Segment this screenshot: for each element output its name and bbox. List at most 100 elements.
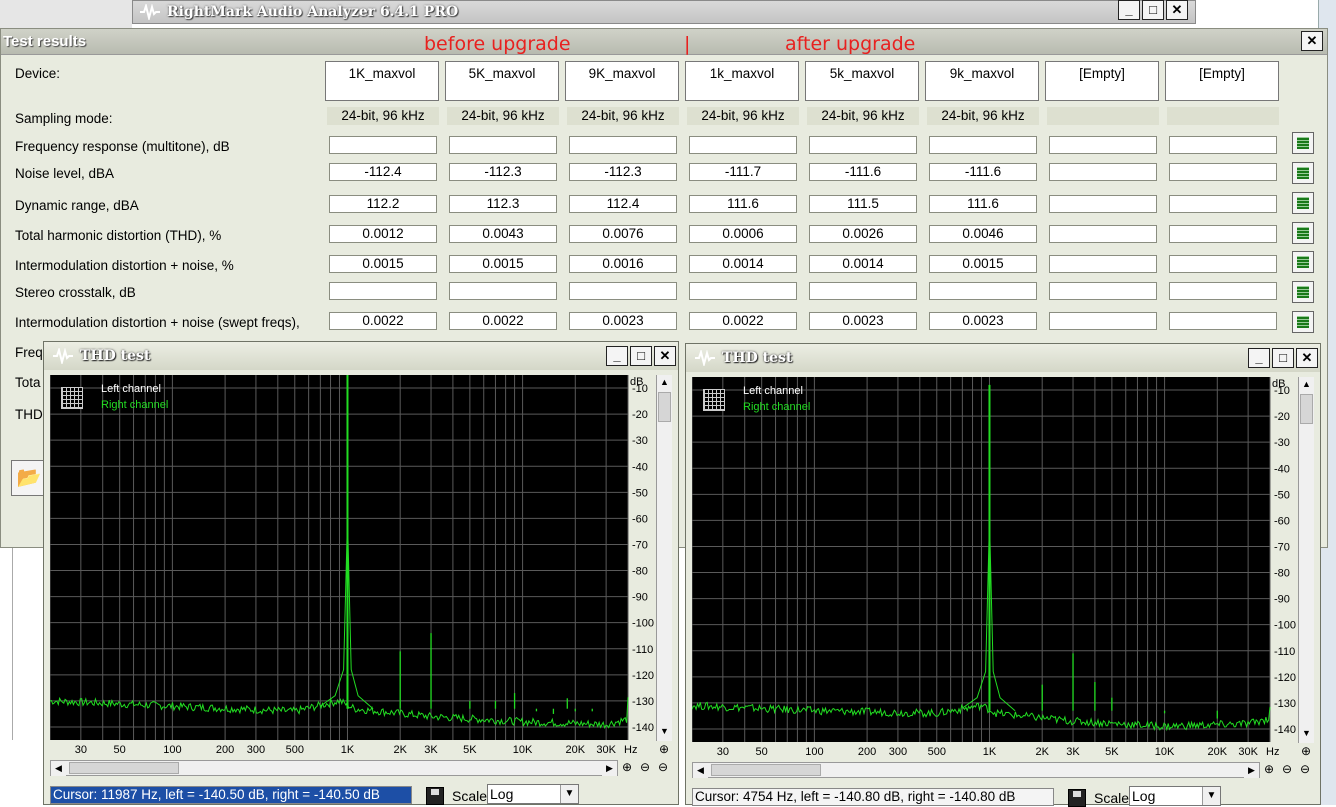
x-tick-label: 2K bbox=[393, 744, 407, 756]
zoom-in-icon[interactable]: ⊕ bbox=[619, 760, 635, 776]
desktop-background bbox=[0, 0, 132, 30]
x-tick-label: 20K bbox=[1208, 746, 1228, 758]
zoom-reset-icon[interactable]: ⊖ bbox=[1297, 762, 1313, 778]
zoom-out-icon[interactable]: ⊖ bbox=[1279, 762, 1295, 778]
result-cell-imd-swept: 0.0023 bbox=[569, 312, 677, 330]
scroll-up-arrow-icon[interactable]: ▲ bbox=[1299, 377, 1314, 392]
thd-window-right: THD test _ □ ✕ -10 -20 -30 -40 -50 -60 -70 -80-… bbox=[685, 343, 1321, 807]
graph-button-thd[interactable] bbox=[1292, 222, 1314, 244]
graph-button-freq-resp[interactable] bbox=[1292, 132, 1314, 154]
scroll-up-arrow-icon[interactable]: ▲ bbox=[657, 375, 672, 390]
open-folder-button[interactable]: 📂 bbox=[11, 460, 47, 496]
thd-right-horizontal-scrollbar[interactable]: ◀ ▶ bbox=[692, 762, 1260, 778]
thd-left-chart[interactable]: -10-20-30-40-50-60-70-80-90-100-110-120-… bbox=[50, 375, 664, 758]
thd-left-title-bar[interactable]: THD test bbox=[44, 342, 678, 370]
x-tick-label: 1K bbox=[983, 746, 997, 758]
maximize-button[interactable]: □ bbox=[1142, 0, 1164, 20]
y-tick-label: -30 bbox=[1274, 437, 1290, 449]
device-field[interactable]: [Empty] bbox=[1165, 61, 1279, 101]
thd-right-maximize-button[interactable]: □ bbox=[1272, 348, 1294, 368]
result-cell-imd: 0.0015 bbox=[329, 255, 437, 273]
row-label-crosstalk: Stereo crosstalk, dB bbox=[15, 285, 136, 300]
zoom-out-icon[interactable]: ⊖ bbox=[637, 760, 653, 776]
device-field[interactable]: [Empty] bbox=[1045, 61, 1159, 101]
thd-right-chart[interactable]: -10-20-30-40-50-60-70-80-90-100-110-120-… bbox=[692, 377, 1306, 760]
scale-select[interactable]: Log ▼ bbox=[487, 784, 579, 804]
y-tick-label: -120 bbox=[1274, 672, 1296, 684]
scroll-down-arrow-icon[interactable]: ▼ bbox=[1299, 726, 1314, 741]
legend-right-channel: Right channel bbox=[101, 399, 169, 411]
device-field[interactable]: 1K_maxvol bbox=[325, 61, 439, 101]
graph-button-imd-swept[interactable] bbox=[1292, 311, 1314, 333]
thd-left-vertical-scrollbar[interactable]: ▲ ▼ bbox=[656, 375, 672, 741]
scroll-left-arrow-icon[interactable]: ◀ bbox=[51, 761, 66, 776]
scroll-right-arrow-icon[interactable]: ▶ bbox=[1244, 763, 1259, 778]
results-title-bar[interactable]: Test results bbox=[1, 29, 1327, 55]
thd-left-horizontal-scrollbar[interactable]: ◀ ▶ bbox=[50, 760, 618, 776]
device-field[interactable]: 9K_maxvol bbox=[565, 61, 679, 101]
thd-left-maximize-button[interactable]: □ bbox=[630, 346, 652, 366]
legend-right-channel: Right channel bbox=[743, 401, 811, 413]
scroll-thumb[interactable] bbox=[711, 764, 821, 776]
device-field[interactable]: 9k_maxvol bbox=[925, 61, 1039, 101]
graph-button-imd[interactable] bbox=[1292, 251, 1314, 273]
thd-right-title-bar[interactable]: THD test bbox=[686, 344, 1320, 372]
result-cell-imd-swept: 0.0023 bbox=[809, 312, 917, 330]
zoom-in-icon[interactable]: ⊕ bbox=[1298, 744, 1314, 760]
device-field[interactable]: 1k_maxvol bbox=[685, 61, 799, 101]
y-tick-label: -60 bbox=[1274, 515, 1290, 527]
chevron-down-icon[interactable]: ▼ bbox=[560, 785, 578, 803]
row-label-device: Device: bbox=[15, 66, 61, 81]
thd-left-close-button[interactable]: ✕ bbox=[654, 346, 676, 366]
scroll-thumb[interactable] bbox=[1300, 394, 1313, 424]
result-cell-dyn: 112.4 bbox=[569, 195, 677, 213]
thd-right-close-button[interactable]: ✕ bbox=[1296, 348, 1318, 368]
close-button[interactable]: ✕ bbox=[1166, 0, 1188, 20]
graph-button-noise[interactable] bbox=[1292, 162, 1314, 184]
zoom-reset-icon[interactable]: ⊖ bbox=[655, 760, 671, 776]
results-close-button[interactable]: ✕ bbox=[1301, 31, 1323, 51]
result-cell-imd: 0.0015 bbox=[449, 255, 557, 273]
app-title-bar[interactable]: RightMark Audio Analyzer 6.4.1 PRO bbox=[132, 0, 1196, 24]
graph-button-dynamic-range[interactable] bbox=[1292, 192, 1314, 214]
result-cell-noise: -112.3 bbox=[569, 163, 677, 181]
minimize-button[interactable]: _ bbox=[1118, 0, 1140, 20]
y-tick-label: -120 bbox=[632, 670, 654, 682]
thd-left-minimize-button[interactable]: _ bbox=[606, 346, 628, 366]
grid-toggle-icon[interactable] bbox=[703, 389, 725, 411]
grid-toggle-icon[interactable] bbox=[61, 387, 83, 409]
result-cell-crosstalk bbox=[1049, 282, 1157, 300]
result-cell-imd-swept bbox=[1049, 312, 1157, 330]
thd-right-vertical-scrollbar[interactable]: ▲ ▼ bbox=[1298, 377, 1314, 743]
y-tick-label: -90 bbox=[1274, 594, 1290, 606]
thd-window-left: THD test _ □ ✕ -10 -20 -30 -40 -50 -60 -70 -80-… bbox=[43, 341, 679, 805]
result-cell-crosstalk bbox=[929, 282, 1037, 300]
scroll-right-arrow-icon[interactable]: ▶ bbox=[602, 761, 617, 776]
waveform-icon bbox=[695, 350, 715, 366]
x-tick-label: 100 bbox=[805, 746, 823, 758]
result-cell-imd-swept: 0.0022 bbox=[329, 312, 437, 330]
scale-select[interactable]: Log ▼ bbox=[1129, 786, 1221, 806]
x-tick-label: 20K bbox=[566, 744, 586, 756]
save-icon[interactable] bbox=[1068, 789, 1086, 807]
result-cell-dyn: 111.5 bbox=[809, 195, 917, 213]
zoom-in-icon[interactable]: ⊕ bbox=[1261, 762, 1277, 778]
result-cell-noise: -111.6 bbox=[929, 163, 1037, 181]
device-field[interactable]: 5k_maxvol bbox=[805, 61, 919, 101]
scroll-down-arrow-icon[interactable]: ▼ bbox=[657, 724, 672, 739]
scroll-thumb[interactable] bbox=[69, 762, 179, 774]
scroll-thumb[interactable] bbox=[658, 392, 671, 422]
row-label-partial-3: THD bbox=[15, 407, 43, 422]
chevron-down-icon[interactable]: ▼ bbox=[1202, 787, 1220, 805]
graph-button-crosstalk[interactable] bbox=[1292, 281, 1314, 303]
save-icon[interactable] bbox=[426, 787, 444, 805]
result-cell-freq-resp bbox=[929, 136, 1037, 154]
row-label-dynamic-range: Dynamic range, dBA bbox=[15, 198, 139, 213]
thd-right-minimize-button[interactable]: _ bbox=[1248, 348, 1270, 368]
x-tick-label: 50 bbox=[114, 744, 126, 756]
scroll-left-arrow-icon[interactable]: ◀ bbox=[693, 763, 708, 778]
y-tick-label: -80 bbox=[632, 566, 648, 578]
waveform-icon bbox=[53, 348, 73, 364]
device-field[interactable]: 5K_maxvol bbox=[445, 61, 559, 101]
zoom-in-icon[interactable]: ⊕ bbox=[656, 742, 672, 758]
